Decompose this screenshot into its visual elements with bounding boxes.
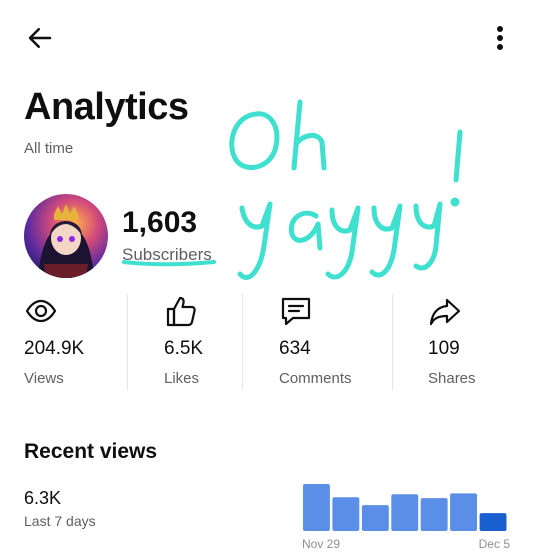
avatar-image [24,194,108,278]
more-options-button[interactable] [484,18,516,58]
likes-label: Likes [164,370,200,387]
views-value: 204.9K [24,338,85,359]
chart-bar [391,494,419,531]
shares-label: Shares [428,370,476,387]
recent-views-period: Last 7 days [24,513,96,529]
handwritten-doodle [229,99,463,280]
comment-icon [281,297,311,326]
arrow-left-icon [28,28,52,48]
views-label: Views [24,370,64,387]
page-title: Analytics [24,86,189,128]
recent-views-value: 6.3K [24,488,62,508]
thumbs-up-icon [166,296,196,327]
chart-bar [361,505,389,531]
subscriber-label: Subscribers [122,245,212,264]
back-button[interactable] [18,18,62,58]
x-tick-label: Dec 5 [479,537,511,551]
recent-views-chart[interactable]: Nov 29 Dec 5 [300,476,512,556]
divider [392,294,393,390]
comments-value: 634 [279,338,311,359]
more-vert-icon [497,26,503,50]
chart-bar [420,498,448,531]
likes-value: 6.5K [164,338,204,359]
chart-bar [450,493,477,531]
avatar[interactable] [24,194,108,278]
shares-value: 109 [428,338,460,359]
recent-views-title: Recent views [24,440,158,463]
chart-bar [332,497,360,531]
chart-bar [303,484,330,531]
x-tick-label: Nov 29 [302,537,340,551]
share-icon [429,298,461,326]
comments-label: Comments [279,370,352,387]
period-label: All time [24,140,74,157]
chart-bar [479,513,507,531]
divider [242,294,243,390]
subscriber-count: 1,603 [122,206,198,239]
divider [127,294,128,390]
eye-icon [25,299,57,323]
